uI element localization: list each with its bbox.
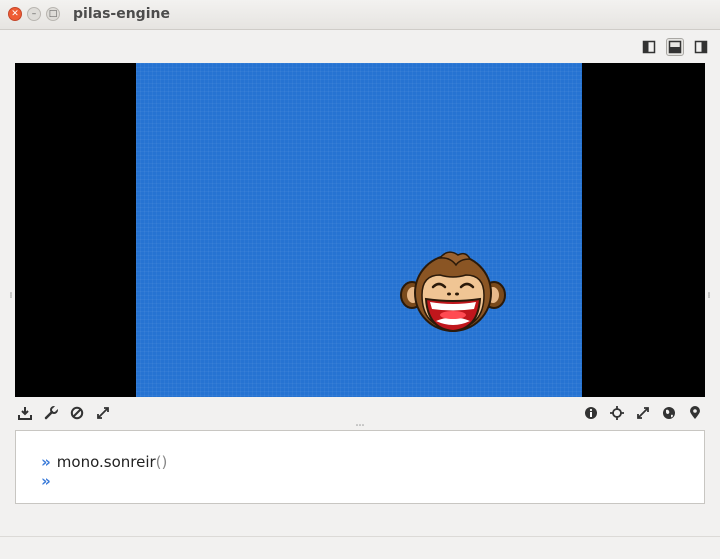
expand-button[interactable] [634, 404, 652, 422]
console-method: .sonreir [99, 453, 156, 471]
fullscreen-icon [97, 407, 109, 419]
console-args: () [155, 453, 168, 471]
pause-button[interactable] [68, 404, 86, 422]
settings-button[interactable] [42, 404, 60, 422]
console-prompt: » [41, 472, 51, 490]
monkey-actor[interactable] [400, 249, 506, 337]
left-splitter-handle[interactable] [9, 292, 13, 298]
window-title: pilas-engine [73, 6, 170, 22]
globe-icon [663, 407, 675, 419]
bottom-toolbar [15, 403, 705, 423]
python-console[interactable]: » mono.sonreir() » [15, 430, 705, 504]
location-pin-icon [690, 406, 700, 419]
expand-icon [637, 407, 649, 419]
save-button[interactable] [16, 404, 34, 422]
info-icon [585, 407, 597, 419]
status-bar [0, 536, 720, 559]
stop-icon [70, 406, 84, 420]
console-object: mono [56, 453, 99, 471]
right-panel-layout-button[interactable] [692, 38, 710, 56]
location-button[interactable] [686, 404, 704, 422]
layout-switcher [640, 38, 710, 56]
info-button[interactable] [582, 404, 600, 422]
download-icon [18, 407, 32, 420]
right-panel-layout-icon [694, 40, 708, 54]
bottom-panel-layout-icon [668, 40, 682, 54]
fullscreen-button[interactable] [94, 404, 112, 422]
game-canvas[interactable] [15, 63, 705, 397]
window-close-button[interactable]: ✕ [8, 7, 22, 21]
move-camera-button[interactable] [608, 404, 626, 422]
window-minimize-button[interactable]: – [27, 7, 41, 21]
game-stage[interactable] [136, 63, 582, 397]
left-panel-layout-icon [642, 40, 656, 54]
crosshair-icon [610, 406, 624, 420]
title-bar: ✕ – □ pilas-engine [0, 0, 720, 30]
console-input-line[interactable]: » [22, 454, 57, 508]
console-splitter-handle[interactable] [356, 423, 366, 427]
wrench-icon [44, 406, 58, 420]
web-button[interactable] [660, 404, 678, 422]
bottom-panel-layout-button[interactable] [666, 38, 684, 56]
right-splitter-handle[interactable] [707, 292, 711, 298]
window-maximize-button[interactable]: □ [46, 7, 60, 21]
left-panel-layout-button[interactable] [640, 38, 658, 56]
